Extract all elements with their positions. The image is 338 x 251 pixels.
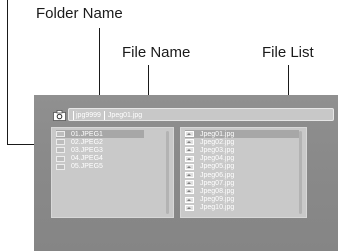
folder-icon <box>56 155 65 162</box>
leader-line-folder-list <box>7 0 8 145</box>
file-list-pane: Jpeg01.jpg Jpeg02.jpg Jpeg03.jpg Jpeg04.… <box>180 127 307 218</box>
folder-label: 04.JPEG4 <box>71 155 103 163</box>
folder-icon <box>56 131 65 138</box>
path-separator <box>73 110 74 120</box>
image-icon <box>185 180 194 187</box>
folder-list-pane: 01.JPEG1 02.JPEG2 03.JPEG3 04.JPEG4 05.J… <box>51 127 174 218</box>
folder-icon <box>56 139 65 146</box>
file-label: Jpeg04.jpg <box>200 155 235 163</box>
file-label: Jpeg08.jpg <box>200 187 235 195</box>
file-label: Jpeg10.jpg <box>200 204 235 212</box>
file-list-item[interactable]: Jpeg05.jpg <box>185 163 306 171</box>
folder-list-item[interactable]: 05.JPEG5 <box>56 163 173 171</box>
file-label: Jpeg02.jpg <box>200 138 235 146</box>
leader-line-folder-name <box>99 28 100 102</box>
image-icon <box>185 196 194 203</box>
image-icon <box>185 131 194 138</box>
folder-icon <box>56 163 65 170</box>
image-icon <box>185 155 194 162</box>
file-label: Jpeg01.jpg <box>200 130 235 138</box>
callout-file-list: File List <box>262 44 314 61</box>
path-file-name: Jpeg01.jpg <box>107 112 143 119</box>
folder-list-item[interactable]: 04.JPEG4 <box>56 155 173 163</box>
folder-list-scrollbar[interactable] <box>166 131 169 214</box>
file-list-item[interactable]: Jpeg06.jpg <box>185 171 306 179</box>
folder-list-item[interactable]: 03.JPEG3 <box>56 146 173 154</box>
folder-label: 02.JPEG2 <box>71 138 103 146</box>
file-list-item[interactable]: Jpeg02.jpg <box>185 138 306 146</box>
file-list-item[interactable]: Jpeg03.jpg <box>185 146 306 154</box>
image-icon <box>185 172 194 179</box>
file-label: Jpeg05.jpg <box>200 163 235 171</box>
image-icon <box>185 147 194 154</box>
folder-list: 01.JPEG1 02.JPEG2 03.JPEG3 04.JPEG4 05.J… <box>52 128 173 171</box>
file-list-item[interactable]: Jpeg10.jpg <box>185 204 306 212</box>
folder-list-item[interactable]: 02.JPEG2 <box>56 138 173 146</box>
file-list-item[interactable]: Jpeg09.jpg <box>185 196 306 204</box>
callout-file-name: File Name <box>122 44 191 61</box>
path-separator <box>103 110 105 120</box>
callout-folder-name: Folder Name <box>36 5 123 22</box>
file-label: Jpeg06.jpg <box>200 171 235 179</box>
file-list: Jpeg01.jpg Jpeg02.jpg Jpeg03.jpg Jpeg04.… <box>181 128 306 212</box>
file-list-item[interactable]: Jpeg07.jpg <box>185 179 306 187</box>
image-icon <box>185 163 194 170</box>
file-list-item[interactable]: Jpeg08.jpg <box>185 187 306 195</box>
path-bar: jpg9999 Jpeg01.jpg <box>68 108 334 121</box>
file-list-scrollbar[interactable] <box>299 131 302 214</box>
file-list-item[interactable]: Jpeg04.jpg <box>185 155 306 163</box>
folder-label: 01.JPEG1 <box>71 130 103 138</box>
image-icon <box>185 188 194 195</box>
path-folder-name: jpg9999 <box>76 112 101 119</box>
folder-list-item[interactable]: 01.JPEG1 <box>56 130 144 139</box>
image-icon <box>185 204 194 211</box>
file-label: Jpeg07.jpg <box>200 179 235 187</box>
folder-icon <box>56 147 65 154</box>
file-label: Jpeg09.jpg <box>200 196 235 204</box>
file-label: Jpeg03.jpg <box>200 146 235 154</box>
file-list-item[interactable]: Jpeg01.jpg <box>185 130 299 139</box>
browser-screen: jpg9999 Jpeg01.jpg 01.JPEG1 02.JPEG2 03.J… <box>34 95 338 251</box>
folder-label: 05.JPEG5 <box>71 163 103 171</box>
camera-icon <box>53 110 66 121</box>
image-icon <box>185 139 194 146</box>
folder-label: 03.JPEG3 <box>71 146 103 154</box>
